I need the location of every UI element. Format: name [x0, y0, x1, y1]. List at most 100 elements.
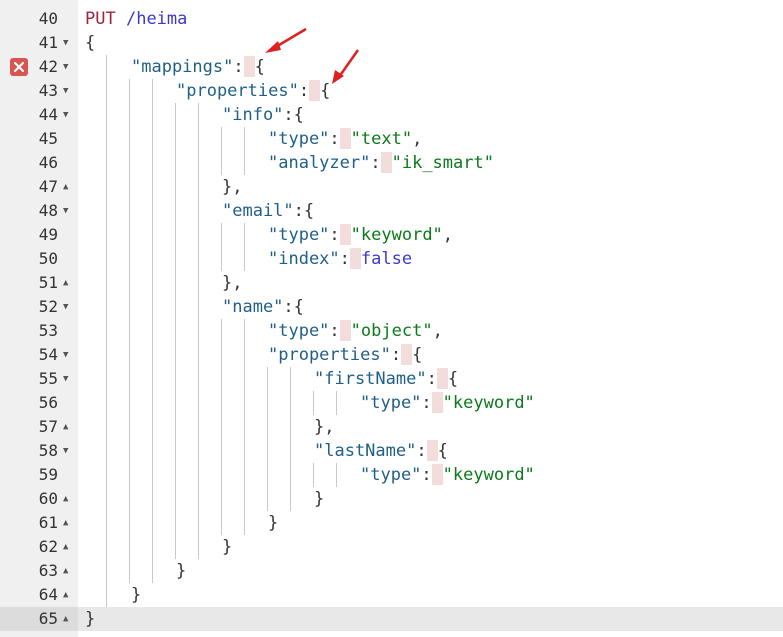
- code-text: "type": "text",: [268, 128, 423, 149]
- code-line[interactable]: 54 ▼ "properties":{: [0, 343, 783, 367]
- indent-guide: [336, 463, 337, 487]
- code-line[interactable]: 59 "type": "keyword": [0, 463, 783, 487]
- whitespace-marker: [349, 248, 361, 269]
- code-line[interactable]: 62 ▲ }: [0, 535, 783, 559]
- code-text: }: [176, 561, 187, 581]
- indent-guide: [198, 103, 199, 559]
- fold-toggle-icon[interactable]: ▲: [63, 607, 68, 631]
- fold-toggle-icon[interactable]: ▲: [63, 559, 68, 583]
- line-number: 59: [38, 465, 58, 484]
- fold-toggle-icon[interactable]: ▲: [63, 175, 68, 199]
- code-text: "properties":{: [268, 344, 423, 365]
- fold-toggle-icon[interactable]: ▼: [63, 31, 68, 55]
- fold-toggle-icon[interactable]: ▲: [63, 511, 68, 535]
- code-text: }: [131, 585, 142, 605]
- fold-toggle-icon[interactable]: ▲: [63, 415, 68, 439]
- code-text: "email":{: [222, 201, 315, 221]
- code-line[interactable]: 58 ▼ "lastName":{: [0, 439, 783, 463]
- indent-guide: [244, 127, 245, 175]
- whitespace-marker: [401, 344, 413, 365]
- code-line[interactable]: 40 PUT /heima: [0, 7, 783, 31]
- fold-toggle-icon[interactable]: ▼: [63, 103, 68, 127]
- code-line[interactable]: 47 ▲ },: [0, 175, 783, 199]
- code-line[interactable]: 55 ▼ "firstName":{: [0, 367, 783, 391]
- fold-toggle-icon[interactable]: ▼: [63, 439, 68, 463]
- request-path: /heima: [125, 9, 188, 29]
- fold-toggle-icon[interactable]: ▲: [63, 535, 68, 559]
- code-line[interactable]: 56 "type": "keyword": [0, 391, 783, 415]
- red-arrow-annotation: [332, 49, 360, 84]
- code-text: "name":{: [222, 297, 304, 317]
- line-number: 45: [38, 129, 58, 148]
- indent-guide: [221, 127, 222, 175]
- line-number: 48: [38, 201, 58, 220]
- line-number: 49: [38, 225, 58, 244]
- line-number: 47: [38, 177, 58, 196]
- code-line[interactable]: 61 ▲ }: [0, 511, 783, 535]
- code-line[interactable]: 53 "type": "object",: [0, 319, 783, 343]
- line-number: 41: [38, 33, 58, 52]
- code-text: {: [85, 33, 96, 53]
- code-line[interactable]: 51 ▲ },: [0, 271, 783, 295]
- code-line[interactable]: 41 ▼ {: [0, 31, 783, 55]
- code-text: }: [85, 609, 96, 629]
- whitespace-marker: [426, 440, 438, 461]
- code-line[interactable]: 60 ▲ }: [0, 487, 783, 511]
- line-number: 50: [38, 249, 58, 268]
- line-number: 61: [38, 513, 58, 532]
- line-number: 54: [38, 345, 58, 364]
- code-text: PUT /heima: [85, 7, 187, 31]
- indent-guide: [175, 103, 176, 559]
- code-text: "type": "keyword",: [268, 224, 454, 245]
- line-number: 46: [38, 153, 58, 172]
- code-line[interactable]: 63 ▲ }: [0, 559, 783, 583]
- fold-toggle-icon[interactable]: ▲: [63, 583, 68, 607]
- http-method: PUT: [85, 9, 116, 29]
- code-line[interactable]: 45 "type": "text",: [0, 127, 783, 151]
- whitespace-marker: [339, 224, 351, 245]
- code-line[interactable]: 50 "index": false: [0, 247, 783, 271]
- code-line[interactable]: 49 "type": "keyword",: [0, 223, 783, 247]
- line-number: 63: [38, 561, 58, 580]
- code-line[interactable]: 43 ▼ "properties":{: [0, 79, 783, 103]
- line-number: 55: [38, 369, 58, 388]
- whitespace-marker: [309, 80, 321, 101]
- code-text: "firstName":{: [314, 368, 459, 389]
- code-line[interactable]: 57 ▲ },: [0, 415, 783, 439]
- fold-toggle-icon[interactable]: ▼: [63, 343, 68, 367]
- code-line[interactable]: 52 ▼ "name":{: [0, 295, 783, 319]
- fold-toggle-icon[interactable]: ▼: [63, 199, 68, 223]
- indent-guide: [129, 79, 130, 583]
- indent-guide: [244, 223, 245, 271]
- code-text: "index": false: [268, 248, 413, 269]
- line-number: 62: [38, 537, 58, 556]
- line-number: 58: [38, 441, 58, 460]
- fold-toggle-icon[interactable]: ▲: [63, 271, 68, 295]
- line-number: 65: [38, 609, 58, 628]
- code-line[interactable]: 64 ▲ }: [0, 583, 783, 607]
- code-text: "info":{: [222, 105, 304, 125]
- fold-toggle-icon[interactable]: ▲: [63, 487, 68, 511]
- code-line[interactable]: 44 ▼ "info":{: [0, 103, 783, 127]
- fold-toggle-icon[interactable]: ▼: [63, 367, 68, 391]
- fold-toggle-icon[interactable]: ▼: [63, 79, 68, 103]
- line-number: 60: [38, 489, 58, 508]
- indent-guide: [313, 463, 314, 487]
- code-text: }: [314, 489, 325, 509]
- whitespace-marker: [431, 464, 443, 485]
- fold-toggle-icon[interactable]: ▼: [63, 55, 68, 79]
- line-number: 57: [38, 417, 58, 436]
- code-line[interactable]: 48 ▼ "email":{: [0, 199, 783, 223]
- whitespace-marker: [243, 56, 255, 77]
- line-number: 40: [38, 9, 58, 28]
- code-line-active[interactable]: 65 ▲ }: [0, 607, 783, 631]
- indent-guide: [267, 367, 268, 511]
- indent-guide: [221, 223, 222, 271]
- line-number: 44: [38, 105, 58, 124]
- code-text: },: [314, 417, 335, 437]
- code-line[interactable]: 42 ▼ "mappings":{: [0, 55, 783, 79]
- fold-toggle-icon[interactable]: ▼: [63, 295, 68, 319]
- indent-guide: [313, 391, 314, 415]
- code-line[interactable]: 46 "analyzer": "ik_smart": [0, 151, 783, 175]
- code-text: }: [268, 513, 279, 533]
